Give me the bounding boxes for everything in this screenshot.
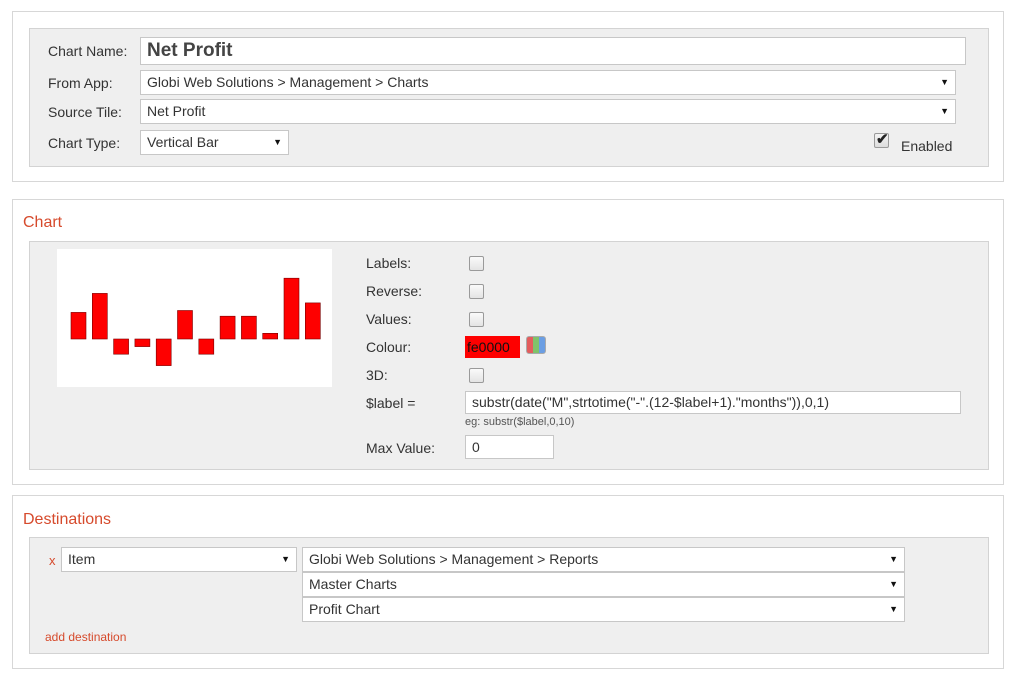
labels-checkbox[interactable]	[469, 256, 484, 271]
destination-item-value: Profit Chart	[309, 601, 380, 617]
colour-picker-icon[interactable]	[526, 336, 546, 354]
chart-options-box: Labels: Reverse: Values: Colour: fe0000 …	[29, 241, 989, 470]
enabled-checkbox[interactable]: ✔	[874, 131, 889, 148]
max-value-label: Max Value:	[366, 440, 435, 456]
chart-bar-12	[305, 302, 321, 340]
chart-bar-10	[262, 333, 278, 340]
chart-section-title: Chart	[23, 214, 63, 231]
chevron-down-icon: ▼	[889, 554, 898, 564]
chart-bar-7	[198, 338, 215, 355]
destination-app-value: Globi Web Solutions > Management > Repor…	[309, 551, 599, 567]
source-tile-select[interactable]: Net Profit ▼	[140, 99, 956, 124]
chevron-down-icon: ▼	[281, 554, 290, 564]
threed-checkbox[interactable]	[469, 368, 484, 383]
chart-bar-2	[91, 293, 108, 340]
chart-type-select[interactable]: Vertical Bar ▼	[140, 130, 289, 155]
chart-bar-1	[70, 312, 87, 340]
chart-bar-4	[134, 338, 151, 347]
chart-bar-6	[177, 310, 193, 340]
chart-settings-panel: Chart Name: Net Profit From App: Globi W…	[12, 11, 1004, 182]
chevron-down-icon: ▼	[889, 604, 898, 614]
chevron-down-icon: ▼	[940, 77, 949, 87]
destination-group-select[interactable]: Master Charts ▼	[302, 572, 905, 597]
chart-panel: Chart Labels: Reverse: Values: Colour: f…	[12, 199, 1004, 485]
source-tile-label: Source Tile:	[48, 104, 122, 120]
threed-option-label: 3D:	[366, 367, 388, 383]
remove-destination-button[interactable]: x	[49, 553, 56, 568]
enabled-label: Enabled	[901, 138, 953, 154]
chart-settings-form: Chart Name: Net Profit From App: Globi W…	[29, 28, 989, 167]
chart-bar-8	[219, 315, 236, 340]
colour-input[interactable]: fe0000	[465, 336, 520, 358]
label-expr-label: $label =	[366, 395, 416, 411]
destination-type-select[interactable]: Item ▼	[61, 547, 297, 572]
chart-preview	[57, 249, 332, 387]
reverse-checkbox[interactable]	[469, 284, 484, 299]
chevron-down-icon: ▼	[273, 137, 282, 147]
from-app-label: From App:	[48, 75, 113, 91]
reverse-option-label: Reverse:	[366, 283, 423, 299]
values-option-label: Values:	[366, 311, 412, 327]
label-expr-input[interactable]: substr(date("M",strtotime("-".(12-$label…	[465, 391, 961, 414]
from-app-value: Globi Web Solutions > Management > Chart…	[147, 74, 429, 90]
chart-bar-5	[155, 338, 172, 366]
labels-option-label: Labels:	[366, 255, 412, 271]
label-expr-hint: eg: substr($label,0,10)	[465, 416, 575, 428]
checkmark-icon: ✔	[876, 131, 889, 148]
destination-type-value: Item	[68, 551, 96, 567]
chart-name-input[interactable]: Net Profit	[140, 37, 966, 65]
chevron-down-icon: ▼	[940, 106, 949, 116]
source-tile-value: Net Profit	[147, 103, 206, 119]
values-checkbox[interactable]	[469, 312, 484, 327]
colour-option-label: Colour:	[366, 339, 412, 355]
destinations-panel: Destinations x Item ▼ Globi Web Solution…	[12, 495, 1004, 669]
max-value-input[interactable]: 0	[465, 435, 554, 459]
from-app-select[interactable]: Globi Web Solutions > Management > Chart…	[140, 70, 956, 95]
chart-type-value: Vertical Bar	[147, 134, 219, 150]
chevron-down-icon: ▼	[889, 579, 898, 589]
add-destination-link[interactable]: add destination	[45, 630, 126, 644]
chart-bar-9	[241, 315, 257, 340]
destinations-section-title: Destinations	[23, 511, 112, 528]
chart-bar-3	[113, 338, 129, 355]
destination-app-select[interactable]: Globi Web Solutions > Management > Repor…	[302, 547, 905, 572]
destination-group-value: Master Charts	[309, 576, 397, 592]
chart-type-label: Chart Type:	[48, 135, 121, 151]
destinations-box: x Item ▼ Globi Web Solutions > Managemen…	[29, 537, 989, 654]
chart-bar-11	[283, 277, 300, 340]
chart-name-label: Chart Name:	[48, 43, 128, 59]
destination-item-select[interactable]: Profit Chart ▼	[302, 597, 905, 622]
